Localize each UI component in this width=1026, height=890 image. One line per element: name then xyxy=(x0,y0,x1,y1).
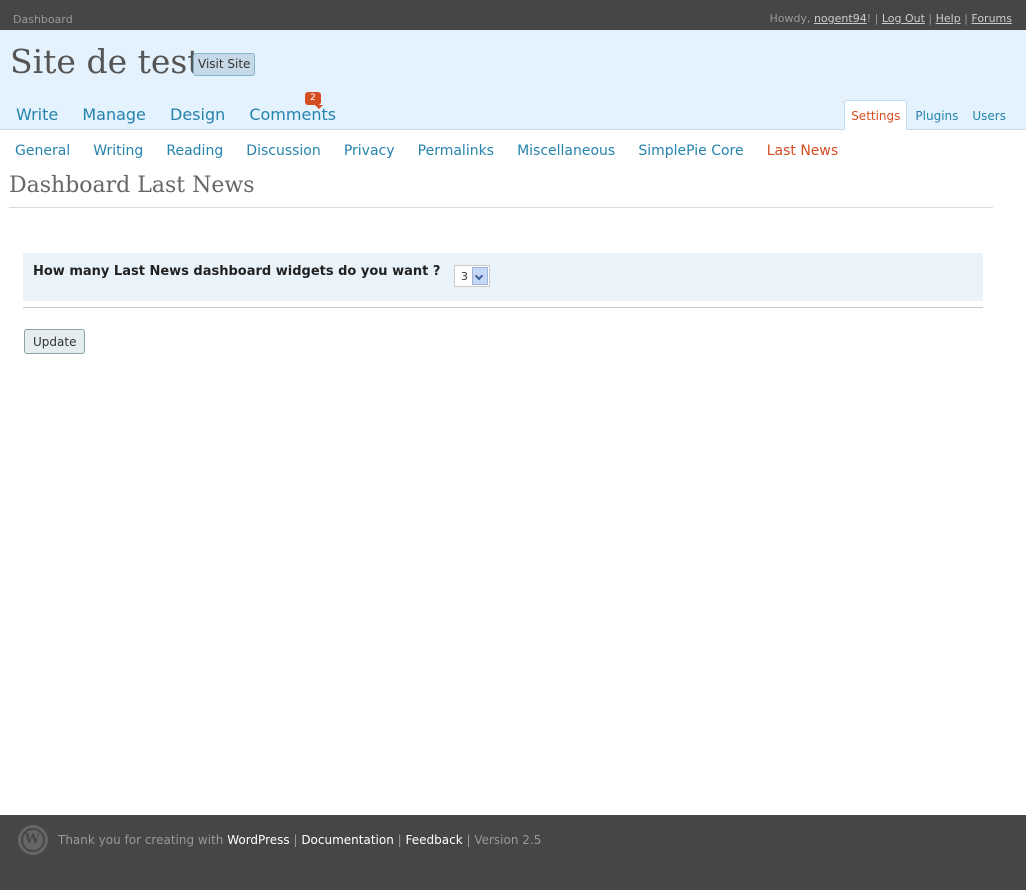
update-button[interactable]: Update xyxy=(24,329,86,354)
comment-count-badge: 2 xyxy=(305,92,323,109)
admin-top-bar: Dashboard Howdy, nogent94! | Log Out | H… xyxy=(0,0,1026,30)
feedback-link[interactable]: Feedback xyxy=(406,833,463,847)
tab-users[interactable]: Users xyxy=(966,101,1012,129)
tab-plugins[interactable]: Plugins xyxy=(909,101,964,129)
submenu-writing[interactable]: Writing xyxy=(93,143,143,159)
nav-comments[interactable]: Comments xyxy=(249,105,336,124)
help-link[interactable]: Help xyxy=(936,12,961,25)
username-link[interactable]: nogent94 xyxy=(814,12,867,25)
dashboard-label: Dashboard xyxy=(13,13,73,26)
nav-write[interactable]: Write xyxy=(16,105,58,124)
logout-link[interactable]: Log Out xyxy=(882,12,925,25)
widget-count-select[interactable]: 3 xyxy=(454,265,490,287)
form-divider xyxy=(23,307,983,308)
nav-manage[interactable]: Manage xyxy=(82,105,146,124)
tab-settings[interactable]: Settings xyxy=(844,100,908,130)
site-title: Site de test xyxy=(10,42,201,81)
widget-count-label: How many Last News dashboard widgets do … xyxy=(33,264,441,279)
footer-thanks: Thank you for creating with xyxy=(58,833,228,847)
settings-submenu: General Writing Reading Discussion Priva… xyxy=(15,140,856,159)
documentation-link[interactable]: Documentation xyxy=(301,833,394,847)
visit-site-button[interactable]: Visit Site xyxy=(193,53,256,76)
title-divider xyxy=(9,207,993,208)
howdy-text: Howdy, xyxy=(769,12,814,25)
submenu-last-news[interactable]: Last News xyxy=(767,143,838,159)
separator: | xyxy=(960,12,972,25)
footer: Thank you for creating with WordPress | … xyxy=(0,815,1026,890)
page-title: Dashboard Last News xyxy=(9,173,255,198)
main-nav: Write Manage Design Comments xyxy=(16,105,355,124)
forums-link[interactable]: Forums xyxy=(971,12,1012,25)
submenu-miscellaneous[interactable]: Miscellaneous xyxy=(517,143,615,159)
separator: | xyxy=(871,12,882,25)
nav-design[interactable]: Design xyxy=(170,105,225,124)
submenu-simplepie-core[interactable]: SimplePie Core xyxy=(638,143,743,159)
separator: | xyxy=(289,833,302,847)
separator: | xyxy=(462,833,475,847)
settings-form-row: How many Last News dashboard widgets do … xyxy=(23,253,983,301)
submenu-general[interactable]: General xyxy=(15,143,70,159)
side-nav: Settings Plugins Users xyxy=(842,100,1012,130)
wordpress-link[interactable]: WordPress xyxy=(227,833,289,847)
separator: | xyxy=(393,833,406,847)
version-text: Version 2.5 xyxy=(474,833,542,847)
widget-count-value: 3 xyxy=(461,270,468,283)
wordpress-logo-icon xyxy=(18,825,48,855)
submenu-permalinks[interactable]: Permalinks xyxy=(418,143,494,159)
submenu-privacy[interactable]: Privacy xyxy=(344,143,395,159)
user-info: Howdy, nogent94! | Log Out | Help | Foru… xyxy=(769,12,1012,25)
submenu-reading[interactable]: Reading xyxy=(166,143,223,159)
separator: | xyxy=(924,12,936,25)
footer-text: Thank you for creating with WordPress | … xyxy=(58,833,541,847)
submenu-discussion[interactable]: Discussion xyxy=(246,143,320,159)
chevron-down-icon[interactable] xyxy=(472,267,488,285)
site-header: Site de test Visit Site Write Manage Des… xyxy=(0,30,1026,130)
